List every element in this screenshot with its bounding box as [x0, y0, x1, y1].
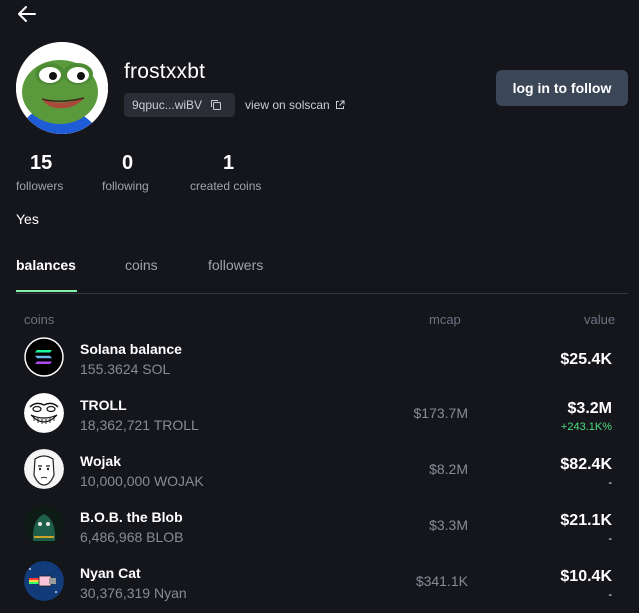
coin-mcap: $8.2M: [429, 461, 468, 477]
log-in-to-follow-button[interactable]: log in to follow: [496, 70, 628, 106]
view-on-solscan-link[interactable]: view on solscan: [245, 98, 345, 112]
pepe-avatar-icon: [16, 42, 108, 134]
coin-value: $82.4K: [560, 456, 612, 473]
coin-name: Wojak: [80, 453, 121, 469]
coin-value: $21.1K: [560, 512, 612, 529]
username: frostxxbt: [124, 60, 206, 83]
coin-amount: 10,000,000 WOJAK: [80, 473, 204, 489]
coin-mcap: $3.3M: [429, 517, 468, 533]
solscan-label: view on solscan: [245, 98, 330, 112]
table-row[interactable]: Wojak 10,000,000 WOJAK $8.2M $82.4K -: [16, 449, 620, 501]
created-coins-label: created coins: [190, 179, 262, 193]
solana-icon: [24, 337, 64, 377]
copy-icon[interactable]: [210, 99, 222, 111]
coin-change: -: [608, 477, 612, 489]
table-row[interactable]: Solana balance 155.3624 SOL $25.4K: [16, 337, 620, 389]
coin-change: -: [608, 589, 612, 601]
coin-value: $3.2M: [567, 400, 612, 417]
profile-bio: Yes: [16, 211, 39, 227]
tab-coins[interactable]: coins: [125, 257, 158, 273]
stat-following[interactable]: 0 following: [102, 152, 149, 193]
tab-balances[interactable]: balances: [16, 257, 76, 273]
wallet-address-copy[interactable]: 9qpuc...wiBV: [124, 93, 235, 117]
coin-value: $25.4K: [560, 351, 612, 368]
wallet-address: 9qpuc...wiBV: [132, 98, 203, 112]
coin-amount: 18,362,721 TROLL: [80, 417, 199, 433]
back-arrow-icon[interactable]: [16, 3, 38, 25]
coin-value: $10.4K: [560, 568, 612, 585]
following-label: following: [102, 179, 149, 193]
stat-created-coins[interactable]: 1 created coins: [190, 152, 261, 193]
followers-label: followers: [16, 179, 64, 193]
coin-name: Nyan Cat: [80, 565, 141, 581]
troll-face-icon: [24, 393, 64, 433]
coin-amount: 155.3624 SOL: [80, 361, 171, 377]
column-header-mcap: mcap: [429, 312, 461, 327]
active-tab-indicator: [16, 290, 77, 292]
coin-change: +243.1K%: [560, 421, 612, 433]
stat-followers[interactable]: 15 followers: [16, 152, 63, 193]
tab-followers[interactable]: followers: [208, 257, 263, 273]
column-header-value: value: [584, 312, 616, 327]
coin-name: TROLL: [80, 397, 127, 413]
coin-name: Solana balance: [80, 341, 182, 357]
created-coins-count: 1: [223, 152, 235, 174]
following-count: 0: [122, 152, 134, 174]
nyan-cat-icon: [24, 561, 64, 601]
column-header-coins: coins: [24, 312, 55, 327]
profile-tabs: balances coins followers: [16, 255, 628, 294]
coin-mcap: $341.1K: [415, 573, 468, 589]
coin-change: -: [608, 533, 612, 545]
wojak-icon: [24, 449, 64, 489]
avatar: [16, 42, 108, 134]
table-row[interactable]: B.O.B. the Blob 6,486,968 BLOB $3.3M $21…: [16, 505, 620, 557]
coin-amount: 6,486,968 BLOB: [80, 529, 184, 545]
coin-amount: 30,376,319 Nyan: [80, 585, 187, 601]
table-row[interactable]: TROLL 18,362,721 TROLL $173.7M $3.2M +24…: [16, 393, 620, 445]
blob-icon: [24, 505, 64, 545]
table-row[interactable]: Nyan Cat 30,376,319 Nyan $341.1K $10.4K …: [16, 561, 620, 613]
coin-mcap: $173.7M: [413, 405, 468, 421]
coin-name: B.O.B. the Blob: [80, 509, 183, 525]
followers-count: 15: [30, 152, 53, 174]
external-link-icon: [335, 100, 345, 109]
